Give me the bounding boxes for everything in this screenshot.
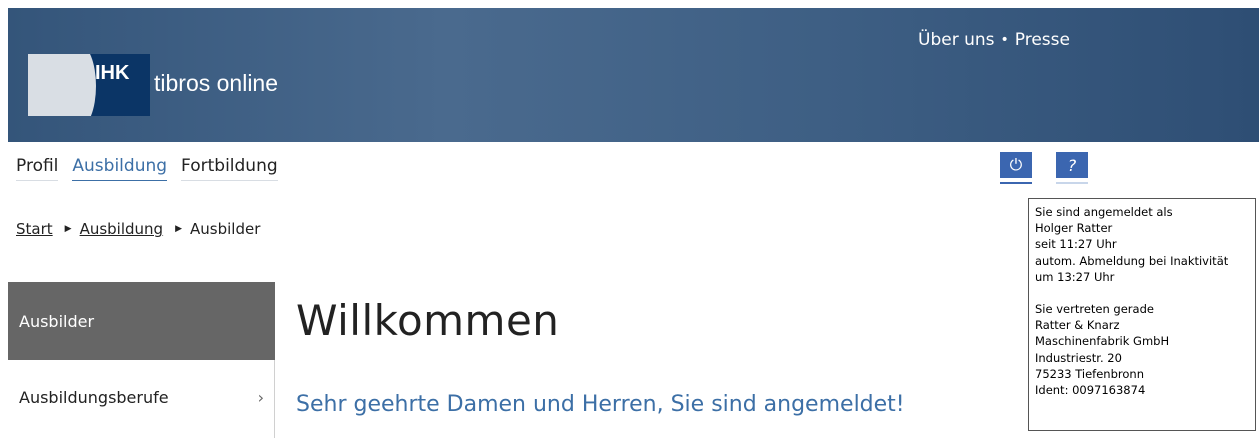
sidebar-item-ausbilder[interactable]: Ausbilder [8, 282, 275, 360]
header-banner: IHK tibros online Über uns • Presse [8, 8, 1259, 142]
nav-ausbildung[interactable]: Ausbildung [72, 156, 168, 181]
breadcrumb-arrow-icon: ▶ [175, 224, 182, 234]
app-title: tibros online [154, 70, 279, 96]
sidebar: Ausbilder Ausbildungsberufe › [8, 282, 275, 438]
tooltip-represent: Sie vertreten gerade [1035, 302, 1154, 317]
help-underline [1056, 182, 1088, 184]
tooltip-autologout: autom. Abmeldung bei Inaktivität [1035, 253, 1229, 268]
tooltip-company-2: Maschinenfabrik GmbH [1035, 334, 1170, 349]
link-ueber-uns[interactable]: Über uns [918, 30, 995, 50]
main-nav: Profil Ausbildung Fortbildung [16, 156, 292, 181]
logo-light-block [28, 54, 90, 116]
tooltip-since: seit 11:27 Uhr [1035, 237, 1117, 252]
ihk-logo[interactable]: IHK [28, 54, 150, 116]
breadcrumb-arrow-icon: ▶ [64, 224, 72, 234]
breadcrumb-ausbildung[interactable]: Ausbildung [80, 220, 164, 238]
link-separator: • [1000, 32, 1009, 48]
chevron-right-icon: › [257, 388, 264, 407]
sidebar-item-label: Ausbilder [19, 312, 95, 331]
help-icon: ? [1067, 155, 1077, 175]
tooltip-autologout-time: um 13:27 Uhr [1035, 269, 1115, 284]
nav-profil[interactable]: Profil [16, 156, 59, 181]
tooltip-company-1: Ratter & Knarz [1035, 318, 1120, 333]
session-tooltip: Sie sind angemeldet als Holger Ratter se… [1028, 198, 1256, 431]
breadcrumb-current: Ausbilder [190, 220, 261, 238]
tooltip-spacer [1035, 285, 1249, 301]
logout-button[interactable]: ⏻ [1000, 152, 1032, 178]
tooltip-line: Sie sind angemeldet als [1035, 205, 1173, 219]
breadcrumb-start[interactable]: Start [16, 220, 53, 238]
tooltip-user: Holger Ratter [1035, 221, 1113, 236]
page-title: Willkommen [296, 296, 560, 345]
help-button[interactable]: ? [1056, 152, 1088, 178]
tooltip-street: Industriestr. 20 [1035, 350, 1122, 365]
top-links: Über uns • Presse [918, 30, 1070, 50]
logo-ihk-block: IHK [90, 54, 150, 116]
breadcrumb: Start ▶ Ausbildung ▶ Ausbilder [16, 220, 260, 238]
link-presse[interactable]: Presse [1015, 30, 1070, 50]
tooltip-ident: Ident: 0097163874 [1035, 383, 1146, 398]
sidebar-item-ausbildungsberufe[interactable]: Ausbildungsberufe › [8, 360, 275, 438]
power-icon: ⏻ [1009, 155, 1023, 174]
welcome-subtitle: Sehr geehrte Damen und Herren, Sie sind … [296, 392, 905, 417]
logout-underline [1000, 182, 1032, 184]
nav-fortbildung[interactable]: Fortbildung [181, 156, 278, 181]
tooltip-city: 75233 Tiefenbronn [1035, 366, 1144, 381]
sidebar-item-label: Ausbildungsberufe [19, 388, 169, 407]
logo-text: IHK [95, 62, 130, 84]
